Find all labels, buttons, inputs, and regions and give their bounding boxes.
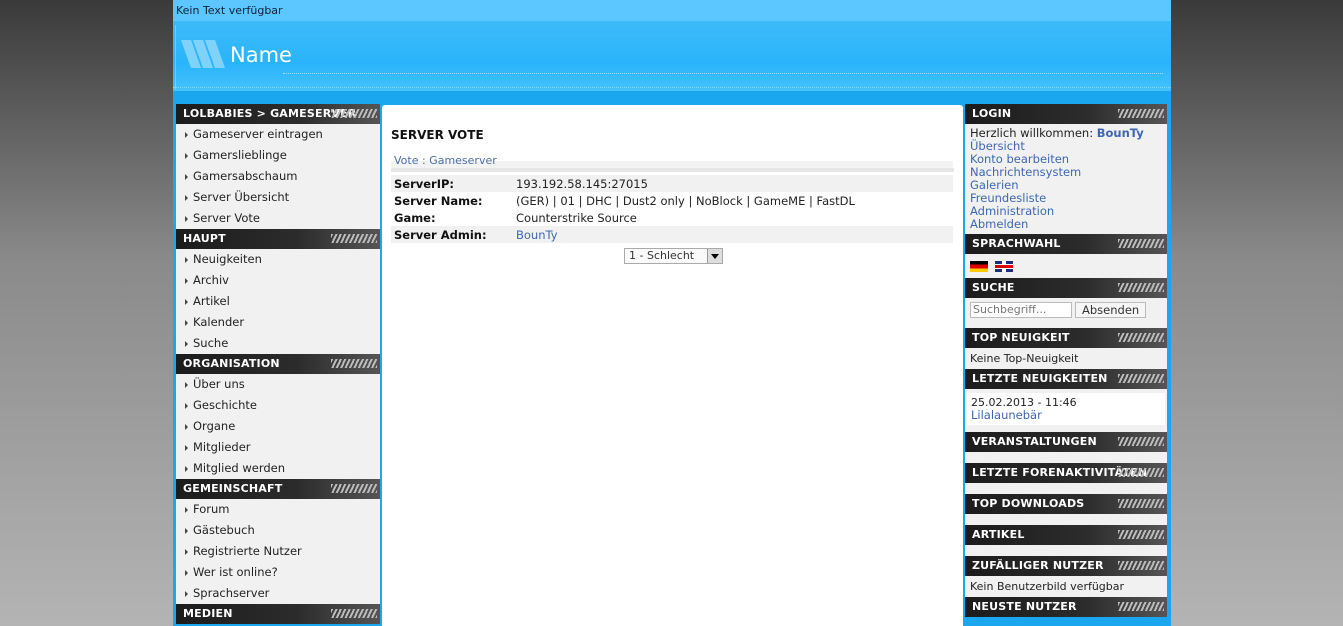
- section-letzte-neuigkeiten: LETZTE NEUIGKEITEN: [965, 369, 1167, 389]
- nav-neuigkeiten[interactable]: Neuigkeiten: [176, 249, 380, 270]
- row-key: Server Name:: [394, 193, 483, 208]
- top-bar: Kein Text verfügbar: [173, 0, 1171, 21]
- vote-select[interactable]: 1 - Schlecht: [624, 248, 723, 264]
- vote-select-value: 1 - Schlecht: [629, 249, 695, 262]
- nav-gamerslieblinge[interactable]: Gamerslieblinge: [176, 145, 380, 166]
- top-news-box: Keine Top-Neuigkeit: [965, 348, 1167, 369]
- right-sidebar: LOGIN Herzlich willkommen: BounTy Übersi…: [965, 104, 1167, 617]
- section-medien: MEDIEN: [176, 604, 380, 624]
- nav-archiv[interactable]: Archiv: [176, 270, 380, 291]
- username-link[interactable]: BounTy: [1097, 126, 1144, 140]
- server-info-table: ServerIP: 193.192.58.145:27015 Server Na…: [391, 175, 953, 243]
- login-box: Herzlich willkommen: BounTy Übersicht Ko…: [965, 124, 1167, 234]
- nav-wer-ist-online[interactable]: Wer ist online?: [176, 562, 380, 583]
- nav-artikel[interactable]: Artikel: [176, 291, 380, 312]
- section-gemeinschaft: GEMEINSCHAFT: [176, 479, 380, 499]
- flag-de-icon[interactable]: [970, 260, 988, 272]
- section-top-downloads: TOP DOWNLOADS: [965, 494, 1167, 514]
- dropdown-arrow-icon[interactable]: [707, 249, 722, 263]
- left-sidebar: LOLBABIES > GAMESERVER Gameserver eintra…: [176, 104, 380, 624]
- nav-server-uebersicht[interactable]: Server Übersicht: [176, 187, 380, 208]
- table-row: ServerIP: 193.192.58.145:27015: [391, 175, 953, 192]
- section-forenaktivitaeten: LETZTE FORENAKTIVITÄTEN: [965, 463, 1167, 483]
- banner: Name: [173, 21, 1171, 91]
- row-value: 193.192.58.145:27015: [513, 175, 953, 192]
- nav-mitglied-werden[interactable]: Mitglied werden: [176, 458, 380, 479]
- row-key: Server Admin:: [391, 226, 513, 243]
- news-link[interactable]: Lilalaunebär: [971, 409, 1161, 422]
- breadcrumb[interactable]: Vote : Gameserver: [391, 154, 954, 172]
- logo-stripes-icon: [181, 40, 225, 68]
- section-login: LOGIN: [965, 104, 1167, 124]
- nav-forum[interactable]: Forum: [176, 499, 380, 520]
- nav-ueber-uns[interactable]: Über uns: [176, 374, 380, 395]
- section-suche: SUCHE: [965, 278, 1167, 298]
- section-top-neuigkeit: TOP NEUIGKEIT: [965, 328, 1167, 348]
- search-submit-button[interactable]: Absenden: [1075, 302, 1147, 318]
- row-key: Game:: [394, 210, 436, 225]
- section-sprachwahl: SPRACHWAHL: [965, 234, 1167, 254]
- nav-gameserver-eintragen[interactable]: Gameserver eintragen: [176, 124, 380, 145]
- latest-news-item: 25.02.2013 - 11:46 Lilalaunebär: [967, 393, 1165, 425]
- nav-gamersabschaum[interactable]: Gamersabschaum: [176, 166, 380, 187]
- section-haupt: HAUPT: [176, 229, 380, 249]
- nav-mitglieder[interactable]: Mitglieder: [176, 437, 380, 458]
- table-row: Server Admin: BounTy: [391, 226, 953, 243]
- nav-organe[interactable]: Organe: [176, 416, 380, 437]
- nav-geschichte[interactable]: Geschichte: [176, 395, 380, 416]
- section-neuste-nutzer: NEUSTE NUTZER: [965, 597, 1167, 617]
- flag-uk-icon[interactable]: [994, 260, 1013, 272]
- table-row: Game: Counterstrike Source: [391, 209, 953, 226]
- nav-kalender[interactable]: Kalender: [176, 312, 380, 333]
- random-user-box: Kein Benutzerbild verfügbar: [965, 576, 1167, 597]
- row-key: ServerIP:: [391, 175, 513, 192]
- server-admin-link[interactable]: BounTy: [513, 226, 953, 243]
- search-input[interactable]: Suchbegriff...: [970, 302, 1072, 318]
- site-title[interactable]: Name: [230, 43, 292, 67]
- section-artikel: ARTIKEL: [965, 525, 1167, 545]
- page: Kein Text verfügbar Name LOLBABIES > GAM…: [173, 0, 1171, 626]
- nav-server-vote[interactable]: Server Vote: [176, 208, 380, 229]
- section-veranstaltungen: VERANSTALTUNGEN: [965, 432, 1167, 452]
- nav-suche[interactable]: Suche: [176, 333, 380, 354]
- row-value: (GER) | 01 | DHC | Dust2 only | NoBlock …: [516, 193, 855, 208]
- nav-gaestebuch[interactable]: Gästebuch: [176, 520, 380, 541]
- nav-sprachserver[interactable]: Sprachserver: [176, 583, 380, 604]
- section-gameserver: LOLBABIES > GAMESERVER: [176, 104, 380, 124]
- page-title: SERVER VOTE: [391, 128, 484, 142]
- section-organisation: ORGANISATION: [176, 354, 380, 374]
- language-flags: [965, 254, 1167, 278]
- main-content: SERVER VOTE Vote : Gameserver ServerIP: …: [382, 105, 963, 626]
- search-box: Suchbegriff... Absenden: [965, 298, 1167, 328]
- link-abmelden[interactable]: Abmelden: [970, 218, 1162, 231]
- top-bar-text: Kein Text verfügbar: [176, 4, 283, 17]
- section-zufaelliger-nutzer: ZUFÄLLIGER NUTZER: [965, 556, 1167, 576]
- row-value: Counterstrike Source: [516, 210, 637, 225]
- nav-registrierte-nutzer[interactable]: Registrierte Nutzer: [176, 541, 380, 562]
- table-row: Server Name: (GER) | 01 | DHC | Dust2 on…: [391, 192, 953, 209]
